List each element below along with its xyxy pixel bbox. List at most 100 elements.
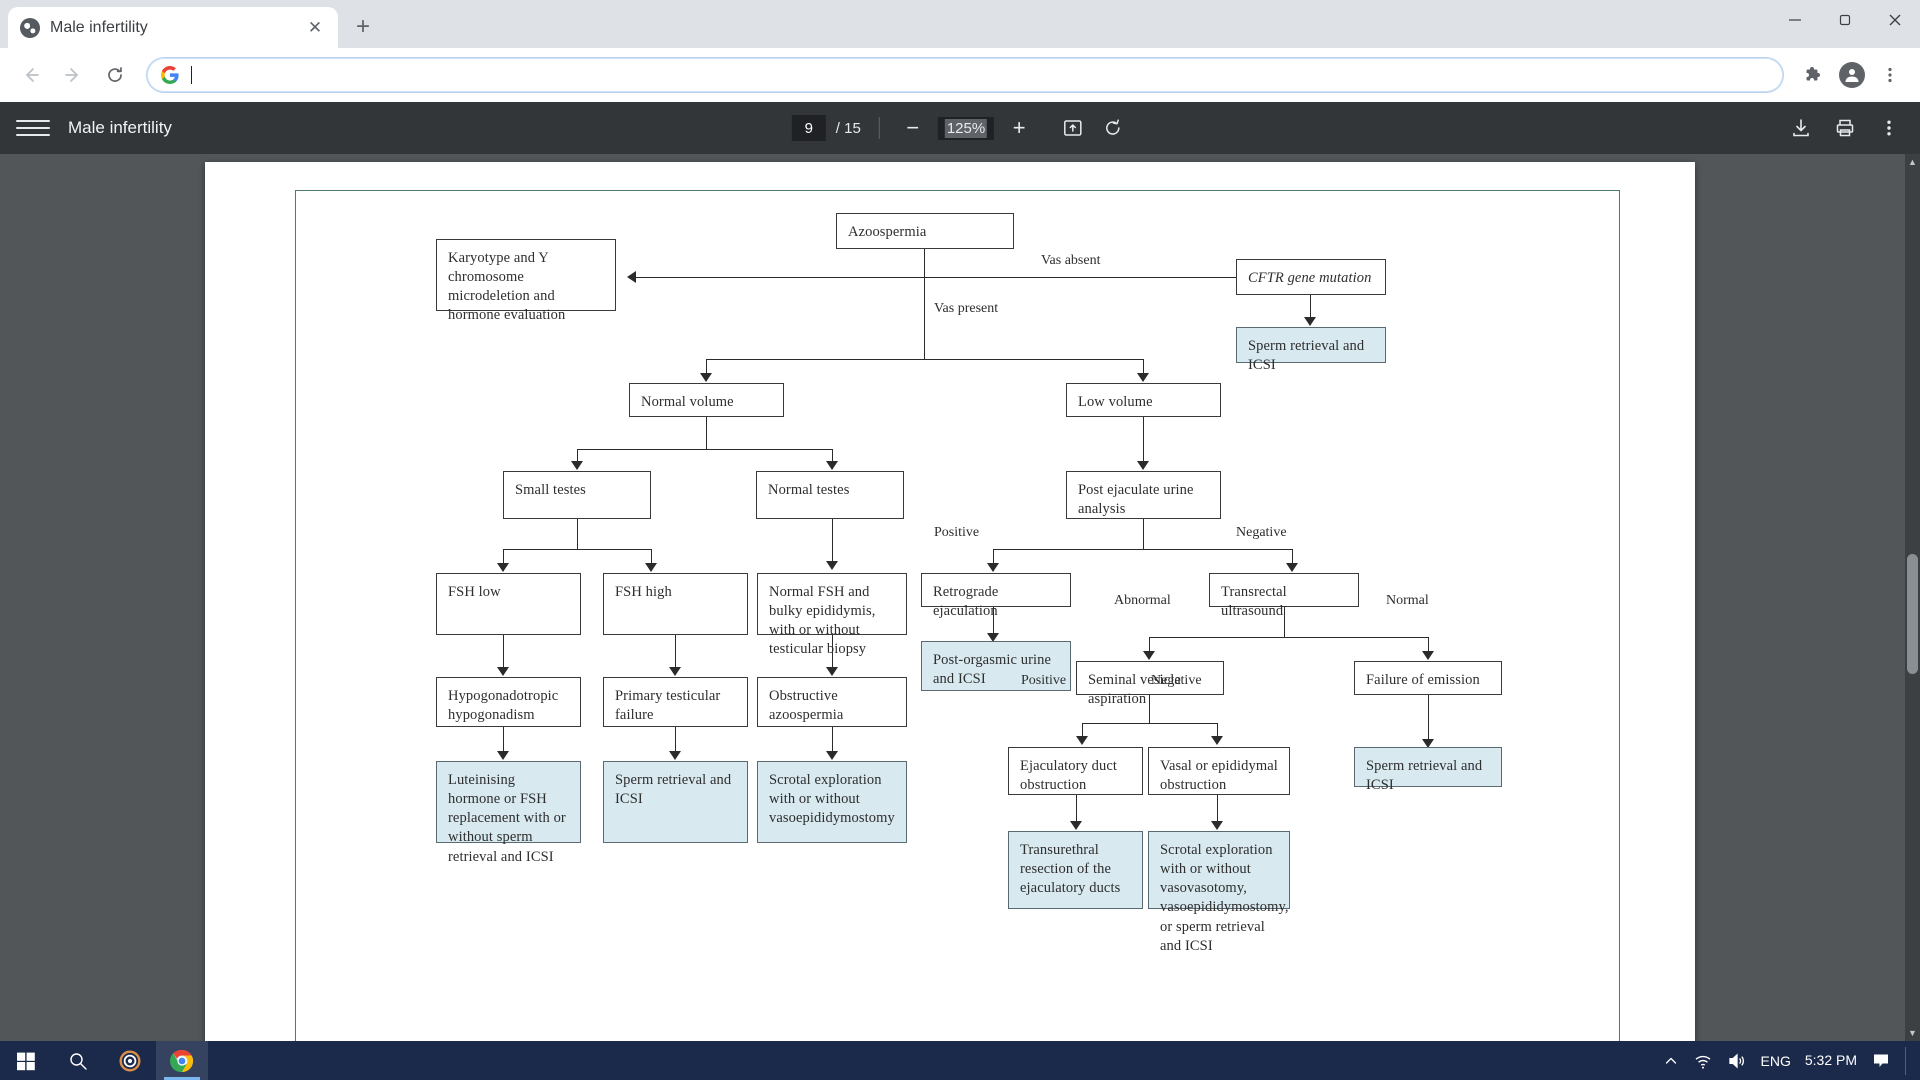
page-number-input[interactable]: 9 [791,115,826,141]
node-scrotal-2: Scrotal exploration with or without vaso… [1148,831,1290,954]
arrow-down-icon [669,751,681,760]
tab-strip: Male infertility ✕ + [0,0,1920,48]
arrow-down-icon [497,563,509,572]
edge-line [1082,723,1218,725]
new-tab-button[interactable]: + [346,10,380,44]
fit-to-page-icon[interactable] [1058,113,1088,143]
arrow-down-icon [1070,821,1082,830]
arrow-down-icon [1422,651,1434,660]
node-transrectal: Transrectal ultrasound [1209,573,1359,619]
node-cftr-icsi: Sperm retrieval and ICSI [1236,327,1386,373]
edge-line [577,519,579,549]
arrow-down-icon [1286,563,1298,572]
close-window-button[interactable] [1870,0,1920,40]
edge-label-vas-present: Vas present [934,301,999,316]
zoom-level-value: 125% [944,118,988,138]
arrow-down-icon [826,561,838,570]
arrow-down-icon [1211,736,1223,745]
minimize-button[interactable] [1770,0,1820,40]
hamburger-icon[interactable] [16,111,50,145]
back-button[interactable] [12,56,50,94]
page-total-label: / 15 [835,119,861,137]
rotate-icon[interactable] [1098,113,1128,143]
arrow-down-icon [1211,821,1223,830]
chevron-up-icon[interactable] [1663,1053,1679,1069]
edge-line [924,249,926,359]
node-vasal: Vasal or epididymal obstruction [1148,747,1290,795]
node-lh-fsh: Luteinising hormone or FSH replacement w… [436,761,581,865]
scrollbar-thumb[interactable] [1907,554,1918,674]
language-indicator[interactable]: ENG [1761,1053,1791,1069]
arrow-down-icon [1076,736,1088,745]
wifi-icon[interactable] [1693,1052,1713,1070]
arrow-down-icon [497,667,509,676]
browser-tab[interactable]: Male infertility ✕ [8,7,338,48]
arrow-down-icon [1137,461,1149,470]
puzzle-icon[interactable] [1796,57,1832,93]
system-tray: ENG 5:32 PM [1663,1046,1920,1075]
pdf-toolbar: Male infertility 9 / 15 − 125% + [0,102,1920,154]
edge-label-positive: Positive [934,525,980,540]
three-dots-icon[interactable] [1872,57,1908,93]
print-icon[interactable] [1830,113,1860,143]
node-small-testes: Small testes [503,471,651,519]
scroll-down-icon[interactable]: ▼ [1905,1025,1920,1041]
download-icon[interactable] [1786,113,1816,143]
globe-icon [20,17,40,38]
flowchart: Azoospermia Vas absent Karyotype and Y c… [296,191,1619,1041]
node-normal-testes: Normal testes [756,471,904,519]
node-normal-volume: Normal volume [629,383,784,417]
arrow-down-icon [571,461,583,470]
edge-line [503,549,651,551]
node-post-ejaculate: Post ejaculate urine analysis [1066,471,1221,519]
account-icon[interactable] [1834,57,1870,93]
arrow-down-icon [1143,651,1155,660]
node-low-volume: Low volume [1066,383,1221,417]
clock[interactable]: 5:32 PM [1805,1052,1857,1068]
node-primary-failure: Primary testicular failure [603,677,748,727]
edge-label-positive-2: Positive [1021,673,1067,688]
arrow-down-icon [826,751,838,760]
address-bar[interactable] [146,57,1784,93]
cortana-icon[interactable] [104,1041,156,1080]
pdf-page-controls: 9 / 15 − 125% + [791,113,1128,143]
node-hypogonadotropic: Hypogonadotropic hypogonadism [436,677,581,727]
search-icon[interactable] [52,1041,104,1080]
node-tured: Transurethral resection of the ejaculato… [1008,831,1143,909]
edge-label-negative: Negative [1236,525,1287,540]
edge-line [1284,607,1286,637]
edge-line [993,549,1293,551]
edge-label-abnormal: Abnormal [1114,593,1171,608]
arrow-down-icon [497,751,509,760]
vertical-scrollbar[interactable]: ▲ ▼ [1905,154,1920,1041]
forward-button[interactable] [54,56,92,94]
node-scrotal-1: Scrotal exploration with or without vaso… [757,761,907,843]
edge-line [1143,519,1145,549]
divider [1905,1046,1906,1075]
maximize-button[interactable] [1820,0,1870,40]
zoom-level-input[interactable]: 125% [937,116,995,140]
google-g-icon [160,65,179,85]
scroll-up-icon[interactable]: ▲ [1905,154,1920,170]
tab-title: Male infertility [50,18,148,36]
zoom-in-button[interactable]: + [1004,113,1034,143]
speaker-icon[interactable] [1727,1052,1747,1070]
browser-toolbar [0,48,1920,102]
arrow-down-icon [1304,317,1316,326]
flowchart-figure: Azoospermia Vas absent Karyotype and Y c… [295,190,1620,1041]
node-ejac-duct: Ejaculatory duct obstruction [1008,747,1143,795]
chrome-icon[interactable] [156,1041,208,1080]
windows-start-icon[interactable] [0,1041,52,1080]
three-dots-icon[interactable] [1874,113,1904,143]
text-cursor [191,66,192,84]
node-retrograde: Retrograde ejaculation [921,573,1071,619]
edge-line [706,417,708,449]
edge-line [1428,695,1430,745]
notification-icon[interactable] [1871,1052,1891,1070]
close-icon[interactable]: ✕ [304,17,326,39]
arrow-down-icon [987,563,999,572]
edge-label-negative-2: Negative [1151,673,1202,688]
reload-button[interactable] [96,56,134,94]
zoom-out-button[interactable]: − [898,113,928,143]
node-fsh-high: FSH high [603,573,748,635]
